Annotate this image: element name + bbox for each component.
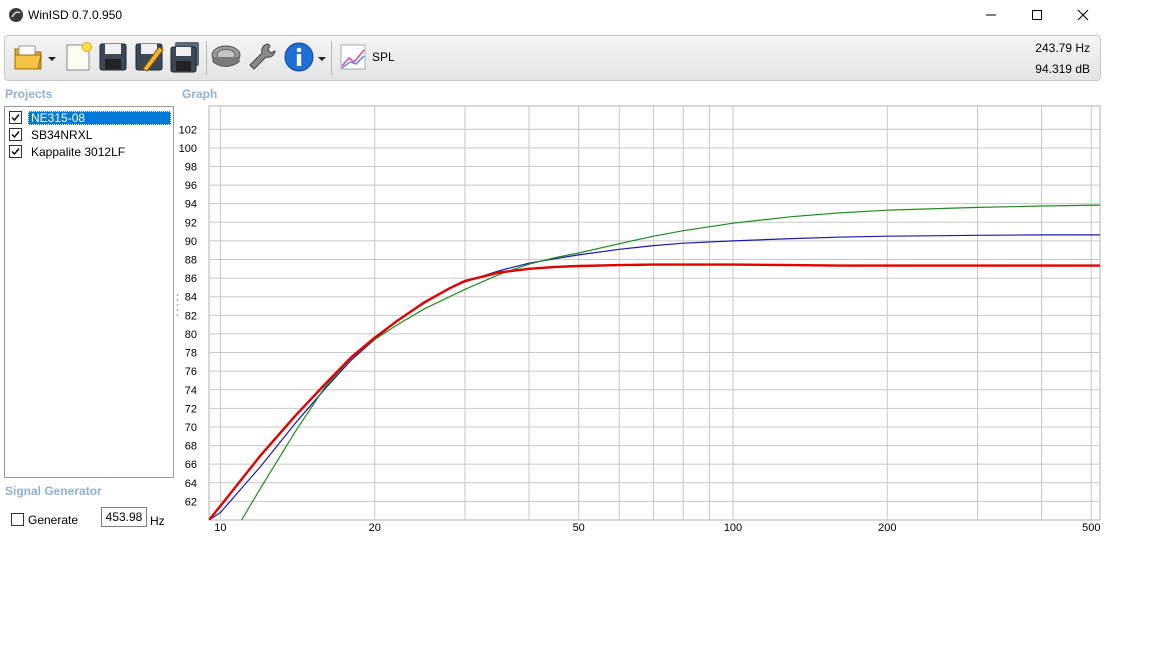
y-tick-label: 68 <box>185 441 197 453</box>
open-folder-icon <box>14 45 42 70</box>
project-checkbox[interactable] <box>9 111 22 124</box>
window-title: WinISD 0.7.0.950 <box>28 8 123 22</box>
info-dropdown-arrow-icon[interactable] <box>318 55 326 63</box>
project-name: NE315-08 <box>28 111 171 125</box>
y-tick-label: 76 <box>185 366 197 378</box>
x-tick-label: 20 <box>369 522 381 534</box>
x-tick-label: 100 <box>724 522 742 534</box>
checkmark-icon <box>11 148 20 156</box>
y-tick-label: 70 <box>185 422 197 434</box>
about-button[interactable] <box>282 40 316 74</box>
save-as-button[interactable] <box>132 40 166 74</box>
y-tick-label: 92 <box>185 217 197 229</box>
y-tick-label: 102 <box>179 124 197 136</box>
minimize-icon <box>986 14 996 16</box>
save-icon <box>99 43 127 71</box>
signal-generator-label: Signal Generator <box>5 484 102 498</box>
y-tick-label: 66 <box>185 459 197 471</box>
project-name: Kappalite 3012LF <box>31 145 126 159</box>
options-button[interactable] <box>245 40 279 74</box>
x-tick-label: 200 <box>878 522 896 534</box>
checkmark-icon <box>11 114 20 122</box>
y-tick-label: 90 <box>185 236 197 248</box>
y-tick-label: 64 <box>185 478 197 490</box>
graph-label: Graph <box>182 87 218 101</box>
toolbar-separator <box>206 41 207 75</box>
minimize-button[interactable] <box>968 0 1014 30</box>
spl-graph[interactable]: 62 64 66 68 70 72 74 76 78 80 82 84 86 88 90 92 94 96 98 10… <box>176 100 1106 540</box>
generate-label: Generate <box>28 513 79 527</box>
y-tick-label: 72 <box>185 403 197 415</box>
close-icon <box>1077 9 1089 21</box>
y-tick-label: 86 <box>185 273 197 285</box>
y-tick-label: 98 <box>185 161 197 173</box>
open-dropdown-arrow-icon[interactable] <box>48 55 56 63</box>
projects-label: Projects <box>5 87 53 101</box>
project-item[interactable]: Kappalite 3012LF <box>7 144 172 160</box>
y-tick-label: 74 <box>185 385 197 397</box>
new-document-icon <box>66 42 92 71</box>
project-checkbox[interactable] <box>9 145 22 158</box>
close-button[interactable] <box>1060 0 1106 30</box>
driver-editor-button[interactable] <box>209 40 243 74</box>
save-all-icon <box>170 42 199 73</box>
info-icon <box>284 42 314 72</box>
y-tick-label: 78 <box>185 348 197 360</box>
open-project-button[interactable] <box>12 40 46 74</box>
driver-icon <box>211 45 241 67</box>
cursor-level-readout: 94.319 dB <box>1035 62 1090 76</box>
y-tick-label: 84 <box>185 292 197 304</box>
cursor-frequency-readout: 243.79 Hz <box>1035 41 1090 55</box>
y-tick-label: 100 <box>179 143 197 155</box>
save-all-button[interactable] <box>168 40 202 74</box>
frequency-input[interactable] <box>101 507 147 527</box>
x-tick-labels: 10 20 50 100 200 500 <box>214 522 1100 534</box>
save-button[interactable] <box>96 40 130 74</box>
project-item[interactable]: SB34NRXL <box>7 127 172 143</box>
projects-list: NE315-08 SB34NRXL Kappalite 3012LF <box>4 106 174 478</box>
graph-type-label: SPL <box>372 50 395 64</box>
y-tick-label: 82 <box>185 310 197 322</box>
maximize-button[interactable] <box>1014 0 1060 30</box>
app-icon <box>9 8 23 22</box>
project-item[interactable]: NE315-08 <box>7 110 172 126</box>
y-tick-label: 80 <box>185 329 197 341</box>
y-tick-label: 88 <box>185 255 197 267</box>
x-tick-label: 50 <box>573 522 585 534</box>
new-project-button[interactable] <box>61 40 95 74</box>
title-bar: WinISD 0.7.0.950 <box>0 0 1152 30</box>
y-tick-label: 96 <box>185 180 197 192</box>
project-name: SB34NRXL <box>31 128 93 142</box>
generate-checkbox[interactable] <box>11 513 24 526</box>
toolbar-separator <box>331 41 332 75</box>
wrench-icon <box>249 43 276 70</box>
graph-type-button[interactable] <box>336 40 370 74</box>
checkmark-icon <box>11 131 20 139</box>
y-tick-label: 94 <box>185 199 197 211</box>
plot-area <box>208 105 1101 521</box>
y-tick-label: 62 <box>185 496 197 508</box>
project-checkbox[interactable] <box>9 128 22 141</box>
x-tick-label: 10 <box>214 522 226 534</box>
save-as-icon <box>135 43 164 72</box>
frequency-unit-label: Hz <box>150 514 165 528</box>
x-tick-label: 500 <box>1082 522 1100 534</box>
graph-icon <box>340 44 366 70</box>
y-tick-labels: 62 64 66 68 70 72 74 76 78 80 82 84 86 88 90 92 94 96 98 10… <box>179 124 197 508</box>
maximize-icon <box>1032 10 1042 20</box>
toolbar: SPL 243.79 Hz 94.319 dB <box>4 35 1101 81</box>
